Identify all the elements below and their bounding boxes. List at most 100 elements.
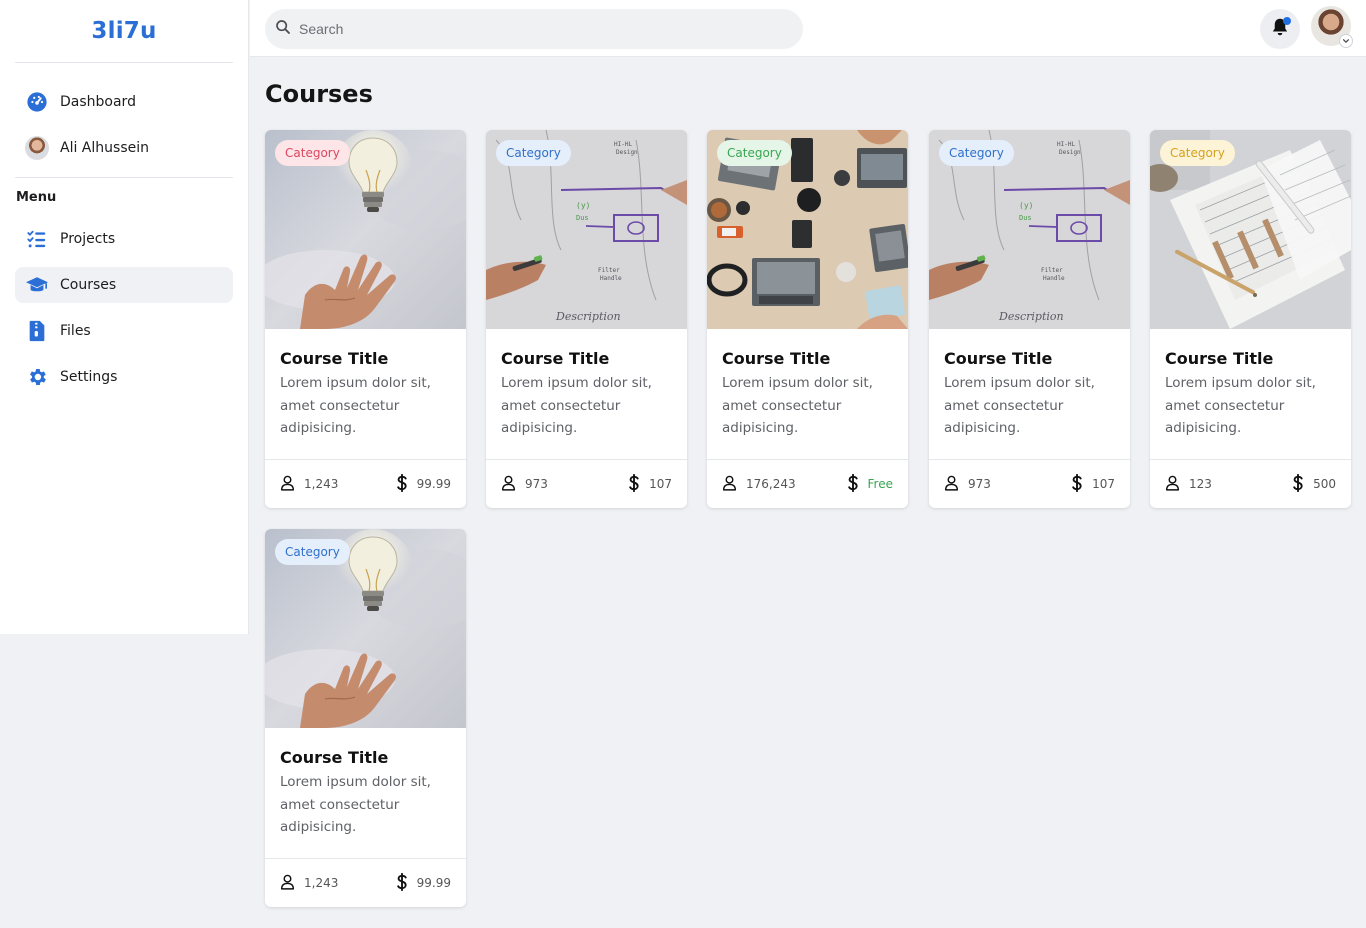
svg-text:Dus: Dus	[576, 214, 589, 222]
dashboard-icon	[25, 90, 49, 114]
user-icon	[280, 874, 304, 893]
svg-text:Design: Design	[1059, 149, 1081, 156]
search-icon	[275, 19, 291, 40]
course-footer: 123 500	[1150, 459, 1351, 508]
course-price: 107	[1092, 477, 1115, 491]
course-description: Lorem ipsum dolor sit, amet consectetur …	[501, 375, 652, 436]
course-title: Course Title	[501, 349, 610, 368]
category-badge[interactable]: Category	[1160, 140, 1235, 166]
chevron-down-icon[interactable]	[1339, 34, 1353, 48]
dollar-icon	[1292, 473, 1313, 495]
category-badge[interactable]: Category	[939, 140, 1014, 166]
student-count: 176,243	[746, 477, 796, 491]
course-price: Free	[867, 477, 893, 491]
sidebar-divider	[15, 177, 233, 178]
course-card[interactable]: HI-HL Design (y) Dus Filter Handle Descr…	[486, 130, 687, 508]
category-badge[interactable]: Category	[275, 539, 350, 565]
gear-icon	[25, 365, 49, 389]
svg-text:Description: Description	[998, 310, 1064, 323]
page-title: Courses	[265, 80, 373, 108]
course-title: Course Title	[944, 349, 1053, 368]
user-icon	[1165, 475, 1189, 494]
user-icon	[722, 475, 746, 494]
profile-avatar[interactable]	[1311, 6, 1353, 48]
course-price: 107	[649, 477, 672, 491]
course-description: Lorem ipsum dolor sit, amet consectetur …	[280, 375, 431, 436]
svg-text:Handle: Handle	[600, 275, 622, 282]
course-title: Course Title	[280, 748, 389, 767]
course-description: Lorem ipsum dolor sit, amet consectetur …	[1165, 375, 1316, 436]
svg-text:Handle: Handle	[1043, 275, 1065, 282]
dollar-icon	[396, 872, 417, 894]
student-count: 973	[525, 477, 548, 491]
svg-text:Description: Description	[555, 310, 621, 323]
price-stat: 107	[628, 473, 672, 495]
graduation-cap-icon	[25, 273, 49, 297]
sidebar-item-label: Files	[60, 323, 91, 339]
sidebar-item-settings[interactable]: Settings	[15, 359, 233, 395]
course-footer: 1,243 99.99	[265, 858, 466, 907]
sidebar-item-label: Courses	[60, 277, 117, 293]
topbar	[250, 0, 1366, 57]
category-badge[interactable]: Category	[275, 140, 350, 166]
course-card[interactable]: HI-HL Design (y) Dus Filter Handle Descr…	[929, 130, 1130, 508]
course-title: Course Title	[280, 349, 389, 368]
course-footer: 176,243 Free	[707, 459, 908, 508]
category-badge[interactable]: Category	[496, 140, 571, 166]
enrollment-stat: 973	[501, 475, 548, 494]
dollar-icon	[847, 473, 868, 495]
svg-text:Design: Design	[616, 149, 638, 156]
brand-logo[interactable]: 3li7u	[0, 0, 248, 62]
svg-text:(y): (y)	[576, 201, 590, 210]
notifications-button[interactable]	[1260, 9, 1300, 49]
course-card[interactable]: Category Course Title Lorem ipsum dolor …	[707, 130, 908, 508]
course-card[interactable]: Category Course Title Lorem ipsum dolor …	[265, 529, 466, 907]
sidebar-item-profile[interactable]: Ali Alhussein	[15, 130, 233, 166]
enrollment-stat: 176,243	[722, 475, 796, 494]
enrollment-stat: 123	[1165, 475, 1212, 494]
sidebar-item-files[interactable]: Files	[15, 313, 233, 349]
user-avatar	[25, 136, 49, 160]
student-count: 1,243	[304, 876, 339, 890]
price-stat: 99.99	[396, 872, 451, 894]
dollar-icon	[396, 473, 417, 495]
sidebar-item-label: Ali Alhussein	[60, 140, 149, 156]
svg-text:Dus: Dus	[1019, 214, 1032, 222]
enrollment-stat: 1,243	[280, 874, 338, 893]
price-stat: 107	[1071, 473, 1115, 495]
course-description: Lorem ipsum dolor sit, amet consectetur …	[944, 375, 1095, 436]
course-price: 500	[1313, 477, 1336, 491]
menu-heading: Menu	[16, 190, 57, 205]
svg-text:(y): (y)	[1019, 201, 1033, 210]
course-footer: 973 107	[929, 459, 1130, 508]
notification-dot	[1283, 17, 1291, 25]
price-stat: 99.99	[396, 473, 451, 495]
sidebar-item-projects[interactable]: Projects	[15, 221, 233, 257]
enrollment-stat: 973	[944, 475, 991, 494]
category-badge[interactable]: Category	[717, 140, 792, 166]
course-description: Lorem ipsum dolor sit, amet consectetur …	[280, 774, 431, 835]
sidebar-item-label: Settings	[60, 369, 118, 385]
sidebar-item-dashboard[interactable]: Dashboard	[15, 84, 233, 120]
user-icon	[501, 475, 525, 494]
course-price: 99.99	[416, 477, 451, 491]
course-title: Course Title	[1165, 349, 1274, 368]
sidebar-item-courses[interactable]: Courses	[15, 267, 233, 303]
user-icon	[944, 475, 968, 494]
student-count: 1,243	[304, 477, 339, 491]
search-bar[interactable]	[265, 9, 803, 49]
svg-text:Filter: Filter	[1041, 267, 1063, 274]
student-count: 123	[1189, 477, 1212, 491]
svg-text:HI-HL: HI-HL	[1057, 141, 1075, 148]
svg-text:Filter: Filter	[598, 267, 620, 274]
checklist-icon	[25, 227, 49, 251]
course-footer: 973 107	[486, 459, 687, 508]
course-card[interactable]: Category Course Title Lorem ipsum dolor …	[1150, 130, 1351, 508]
price-stat: Free	[847, 473, 893, 495]
sidebar-item-label: Dashboard	[60, 94, 136, 110]
course-title: Course Title	[722, 349, 831, 368]
search-input[interactable]	[299, 21, 779, 37]
price-stat: 500	[1292, 473, 1336, 495]
course-card[interactable]: Category Course Title Lorem ipsum dolor …	[265, 130, 466, 508]
user-icon	[280, 475, 304, 494]
